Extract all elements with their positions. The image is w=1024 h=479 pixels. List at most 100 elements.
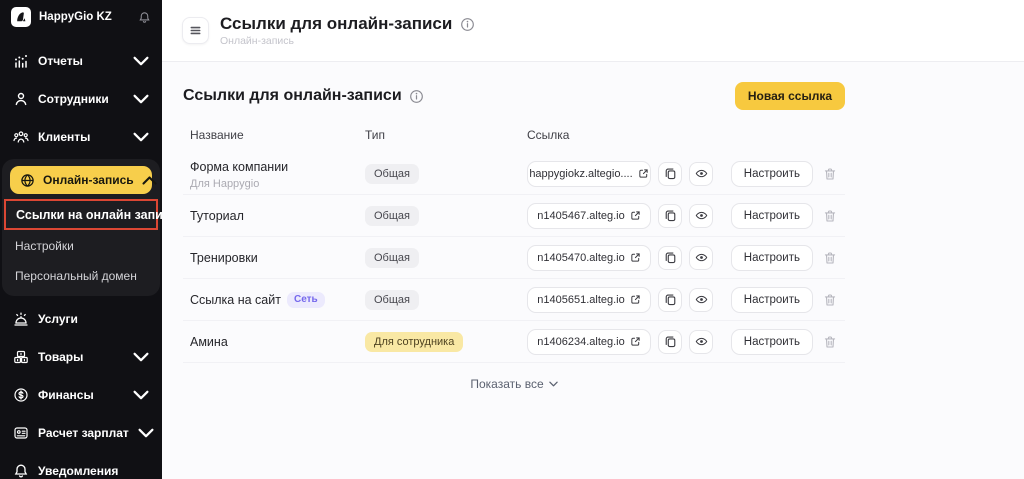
delete-button[interactable] — [822, 292, 838, 308]
sidebar-item-label: Финансы — [38, 388, 94, 402]
cell-name: Ссылка на сайтСеть — [190, 291, 365, 309]
link-pill[interactable]: n1405470.alteg.io — [527, 245, 651, 271]
chevron-down-icon — [133, 387, 149, 403]
cell-type: Общая — [365, 290, 527, 310]
notifications-icon — [13, 463, 29, 479]
sidebar-item[interactable]: Расчет зарплат — [0, 414, 162, 452]
link-url: n1405470.alteg.io — [537, 252, 624, 264]
preview-button[interactable] — [689, 204, 713, 228]
show-all-label: Показать все — [470, 377, 543, 391]
chevron-down-icon — [133, 129, 149, 145]
eye-icon — [695, 167, 708, 180]
link-pill[interactable]: n1406234.alteg.io — [527, 329, 651, 355]
trash-icon — [823, 335, 837, 349]
cell-name: Амина — [190, 333, 365, 351]
sidebar-item[interactable]: Клиенты — [0, 118, 162, 156]
link-name: Тренировки — [190, 251, 258, 265]
sidebar-item-label: Товары — [38, 350, 83, 364]
type-badge: Для сотрудника — [365, 332, 463, 352]
sidebar-item[interactable]: Отчеты — [0, 42, 162, 80]
column-header-name: Название — [190, 128, 365, 142]
delete-button[interactable] — [822, 250, 838, 266]
table-row: Форма компанииДля HappygioОбщаяhappygiok… — [183, 153, 845, 195]
table-row: Туториал Общая n1405467.alteg.io Настроить — [183, 195, 845, 237]
copy-button[interactable] — [658, 246, 682, 270]
link-url: n1405467.alteg.io — [537, 210, 624, 222]
show-all-button[interactable]: Показать все — [183, 377, 845, 391]
table-row: АминаДля сотрудника n1406234.alteg.io Наст… — [183, 321, 845, 363]
sidebar-item-online-booking[interactable]: Онлайн-запись — [10, 166, 152, 194]
link-pill[interactable]: n1405467.alteg.io — [527, 203, 651, 229]
finance-icon — [13, 387, 29, 403]
sidebar-subitem[interactable]: Настройки — [2, 231, 160, 261]
delete-button[interactable] — [822, 334, 838, 350]
copy-icon — [664, 167, 677, 180]
configure-button[interactable]: Настроить — [731, 203, 813, 229]
configure-button[interactable]: Настроить — [731, 329, 813, 355]
preview-button[interactable] — [689, 288, 713, 312]
trash-icon — [823, 293, 837, 307]
menu-button[interactable] — [182, 17, 209, 44]
payroll-icon — [13, 425, 29, 441]
sidebar-item-label: Сотрудники — [38, 92, 109, 106]
configure-button[interactable]: Настроить — [731, 245, 813, 271]
link-pill[interactable]: n1405651.alteg.io — [527, 287, 651, 313]
sidebar-item[interactable]: Сотрудники — [0, 80, 162, 118]
configure-button[interactable]: Настроить — [731, 287, 813, 313]
chevron-down-icon — [142, 173, 157, 188]
link-pill[interactable]: happygiokz.altegio.... — [527, 161, 651, 187]
chevron-down-icon — [133, 91, 149, 107]
sidebar-item[interactable]: Услуги — [0, 300, 162, 338]
sidebar-item[interactable]: Товары — [0, 338, 162, 376]
sidebar-item[interactable]: Финансы — [0, 376, 162, 414]
info-icon[interactable] — [409, 89, 424, 104]
sidebar-item[interactable]: Уведомления — [0, 452, 162, 479]
sidebar-subitem-label: Персональный домен — [15, 269, 137, 283]
type-badge: Общая — [365, 206, 419, 226]
sidebar-item-label: Расчет зарплат — [38, 426, 129, 440]
preview-button[interactable] — [689, 246, 713, 270]
configure-button[interactable]: Настроить — [731, 161, 813, 187]
delete-button[interactable] — [822, 208, 838, 224]
sidebar-item-label: Онлайн-запись — [43, 173, 134, 187]
table-body: Форма компанииДля HappygioОбщаяhappygiok… — [183, 153, 845, 363]
clients-icon — [13, 129, 29, 145]
link-url: n1405651.alteg.io — [537, 294, 624, 306]
type-badge: Общая — [365, 248, 419, 268]
breadcrumb: Онлайн-запись — [220, 35, 475, 47]
employees-icon — [13, 91, 29, 107]
preview-button[interactable] — [689, 162, 713, 186]
chevron-down-icon — [138, 425, 154, 441]
preview-button[interactable] — [689, 330, 713, 354]
new-link-button[interactable]: Новая ссылка — [735, 82, 845, 110]
sidebar-nav: Отчеты Сотрудники Клиенты Онлайн-запись Ссыл… — [0, 34, 162, 479]
cell-type: Общая — [365, 248, 527, 268]
cell-name: Тренировки — [190, 249, 365, 267]
section-head: Ссылки для онлайн-записи Новая ссылка — [183, 82, 845, 110]
reports-icon — [13, 53, 29, 69]
cell-type: Общая — [365, 206, 527, 226]
bell-icon[interactable] — [138, 11, 151, 24]
link-name: Форма компании — [190, 160, 288, 174]
column-header-type: Тип — [365, 128, 527, 142]
copy-button[interactable] — [658, 330, 682, 354]
cell-type: Общая — [365, 164, 527, 184]
copy-button[interactable] — [658, 204, 682, 228]
info-icon[interactable] — [460, 17, 475, 32]
link-name: Туториал — [190, 209, 244, 223]
goods-icon — [13, 349, 29, 365]
sidebar-item-label: Клиенты — [38, 130, 90, 144]
sidebar-subitem[interactable]: Ссылки на онлайн запись — [4, 199, 158, 230]
copy-button[interactable] — [658, 162, 682, 186]
copy-icon — [664, 209, 677, 222]
external-link-icon — [630, 336, 641, 347]
external-link-icon — [630, 210, 641, 221]
copy-button[interactable] — [658, 288, 682, 312]
link-url: n1406234.alteg.io — [537, 336, 624, 348]
sidebar-item-label: Отчеты — [38, 54, 83, 68]
sidebar-subitem[interactable]: Персональный домен — [2, 261, 160, 291]
link-name: Ссылка на сайт — [190, 293, 281, 307]
delete-button[interactable] — [822, 166, 838, 182]
trash-icon — [823, 251, 837, 265]
title-block: Ссылки для онлайн-записи Онлайн-запись — [220, 14, 475, 47]
